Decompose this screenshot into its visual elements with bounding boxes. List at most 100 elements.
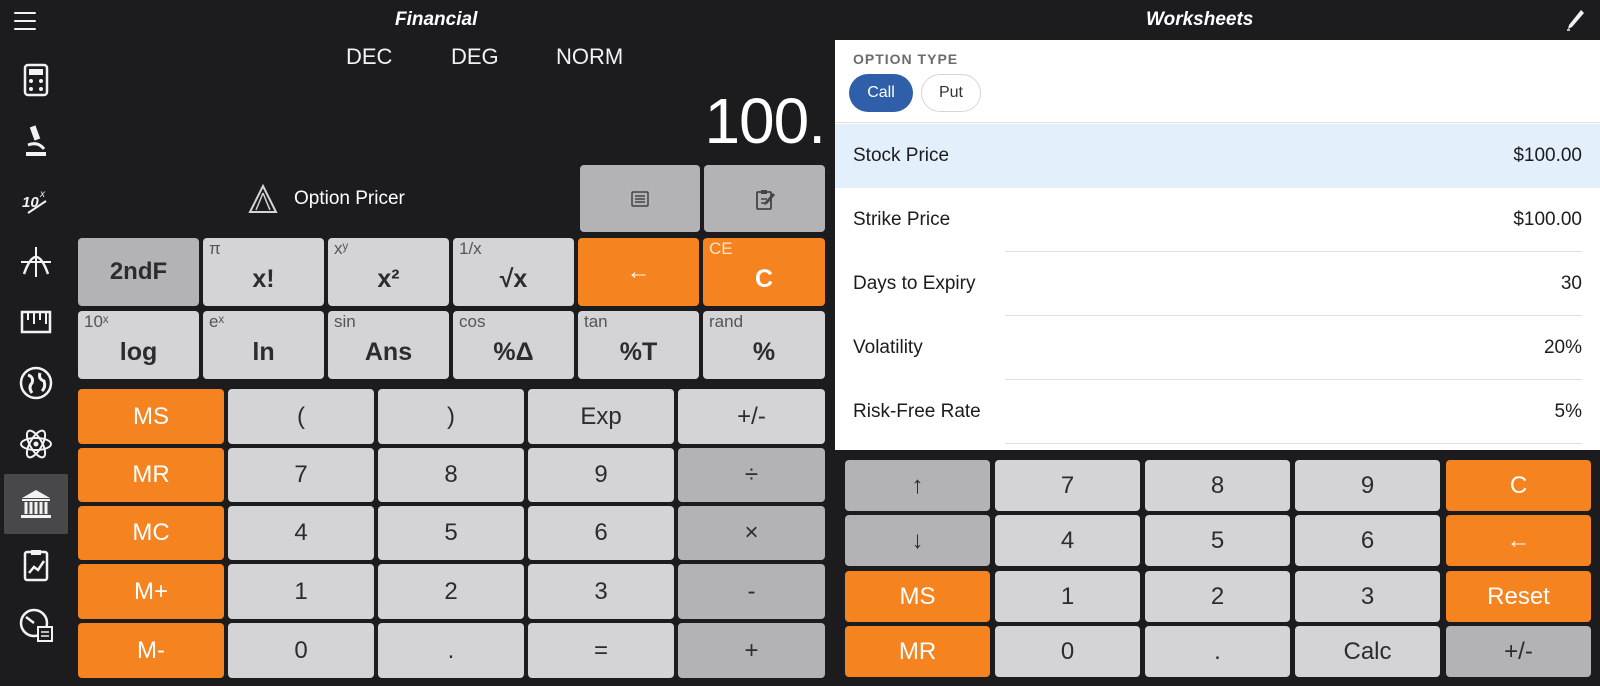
key-secondary-label: tan xyxy=(584,312,608,331)
bank-icon[interactable] xyxy=(4,474,68,534)
ws-key-backspace[interactable]: ← xyxy=(1446,515,1591,566)
key-6[interactable]: 6 xyxy=(528,506,674,560)
key-exp[interactable]: Exp xyxy=(528,389,674,444)
key-sqrt[interactable]: 1/x √x xyxy=(453,238,574,306)
calculator-icon[interactable] xyxy=(4,50,68,110)
key-decimal[interactable]: . xyxy=(378,623,524,678)
key-clear[interactable]: CE C xyxy=(703,238,825,306)
ws-key-4[interactable]: 4 xyxy=(995,515,1140,566)
key-label: 2 xyxy=(1210,582,1225,610)
ws-key-1[interactable]: 1 xyxy=(995,571,1140,622)
key-1[interactable]: 1 xyxy=(228,564,374,619)
worksheet-row-risk-free-rate[interactable]: Risk-Free Rate 5% xyxy=(835,380,1600,444)
key-2[interactable]: 2 xyxy=(378,564,524,619)
key-8[interactable]: 8 xyxy=(378,448,524,502)
ws-key-plus-minus[interactable]: +/- xyxy=(1446,626,1591,677)
key-label: 8 xyxy=(444,461,458,488)
edit-clipboard-button[interactable] xyxy=(704,165,825,232)
key-mc[interactable]: MC xyxy=(78,506,224,560)
key-equals[interactable]: = xyxy=(528,623,674,678)
key-m-minus[interactable]: M- xyxy=(78,623,224,678)
hamburger-menu-icon[interactable] xyxy=(14,12,36,30)
atom-icon[interactable] xyxy=(4,414,68,474)
key-open-paren[interactable]: ( xyxy=(228,389,374,444)
key-secondary-label: cos xyxy=(459,312,486,331)
row-label: Stock Price xyxy=(853,145,950,166)
key-ln[interactable]: eˣ ln xyxy=(203,311,324,379)
ws-key-8[interactable]: 8 xyxy=(1145,460,1290,511)
key-label: 4 xyxy=(1060,526,1075,554)
key-label: 5 xyxy=(444,519,458,546)
put-button[interactable]: Put xyxy=(921,74,981,112)
tape-list-button[interactable] xyxy=(580,165,700,232)
globe-icon[interactable] xyxy=(4,353,68,413)
option-type-label: OPTION TYPE xyxy=(853,51,959,67)
key-log[interactable]: 10ˣ log xyxy=(78,311,199,379)
key-label: ← xyxy=(1506,526,1531,554)
ws-key-6[interactable]: 6 xyxy=(1295,515,1440,566)
reset-button[interactable]: Reset xyxy=(1446,571,1591,622)
key-m-plus[interactable]: M+ xyxy=(78,564,224,619)
key-multiply[interactable]: × xyxy=(678,506,825,560)
worksheet-title: Worksheets xyxy=(1146,9,1254,30)
worksheet-row-volatility[interactable]: Volatility 20% xyxy=(835,316,1600,380)
key-backspace[interactable]: ← xyxy=(578,238,699,306)
key-5[interactable]: 5 xyxy=(378,506,524,560)
row-value: $100.00 xyxy=(1513,145,1582,166)
pen-icon[interactable] xyxy=(1564,8,1586,32)
key-9[interactable]: 9 xyxy=(528,448,674,502)
key-percent-change[interactable]: cos %Δ xyxy=(453,311,574,379)
key-down-arrow[interactable]: ↓ xyxy=(845,515,990,566)
key-plus[interactable]: + xyxy=(678,623,825,678)
key-ans[interactable]: sin Ans xyxy=(328,311,449,379)
ws-key-mr[interactable]: MR xyxy=(845,626,990,677)
key-0[interactable]: 0 xyxy=(228,623,374,678)
row-value: 5% xyxy=(1554,401,1582,422)
exponent-10x-icon[interactable]: 10 x xyxy=(4,171,68,231)
key-percent-total[interactable]: tan %T xyxy=(578,311,699,379)
key-label: Exp xyxy=(580,402,622,430)
key-up-arrow[interactable]: ↑ xyxy=(845,460,990,511)
key-label: %T xyxy=(619,337,658,366)
key-label: 6 xyxy=(1360,526,1375,554)
option-pricer-button[interactable]: Option Pricer xyxy=(248,183,405,215)
report-chart-icon[interactable] xyxy=(4,535,68,595)
ws-key-2[interactable]: 2 xyxy=(1145,571,1290,622)
key-4[interactable]: 4 xyxy=(228,506,374,560)
key-label: 3 xyxy=(1360,582,1375,610)
worksheet-row-strike-price[interactable]: Strike Price $100.00 xyxy=(835,188,1600,252)
ws-key-3[interactable]: 3 xyxy=(1295,571,1440,622)
ws-key-5[interactable]: 5 xyxy=(1145,515,1290,566)
key-2ndf[interactable]: 2ndF xyxy=(78,238,199,306)
key-7[interactable]: 7 xyxy=(228,448,374,502)
key-3[interactable]: 3 xyxy=(528,564,674,619)
key-factorial[interactable]: π x! xyxy=(203,238,324,306)
key-plus-minus[interactable]: +/- xyxy=(678,389,825,444)
key-percent[interactable]: rand% xyxy=(703,311,825,379)
key-mr[interactable]: MR xyxy=(78,448,224,502)
key-label: +/- xyxy=(737,402,766,430)
worksheet-row-days-to-expiry[interactable]: Days to Expiry 30 xyxy=(835,252,1600,316)
ws-key-0[interactable]: 0 xyxy=(995,626,1140,677)
key-label: ln xyxy=(252,337,275,366)
mode-dec: DEC xyxy=(346,44,393,69)
key-divide[interactable]: ÷ xyxy=(678,448,825,502)
calc-button[interactable]: Calc xyxy=(1295,626,1440,677)
key-square[interactable]: xʸ x² xyxy=(328,238,449,306)
clock-calculator-icon[interactable] xyxy=(4,595,68,655)
worksheet-row-stock-price[interactable]: Stock Price $100.00 xyxy=(835,124,1600,188)
row-value: 20% xyxy=(1543,337,1582,358)
ws-key-7[interactable]: 7 xyxy=(995,460,1140,511)
ws-key-clear[interactable]: C xyxy=(1446,460,1591,511)
ws-key-decimal[interactable]: . xyxy=(1145,626,1290,677)
ws-key-ms[interactable]: MS xyxy=(845,571,990,622)
key-minus[interactable]: - xyxy=(678,564,825,619)
key-ms[interactable]: MS xyxy=(78,389,224,444)
call-button[interactable]: Call xyxy=(849,74,913,112)
key-label: M- xyxy=(137,636,165,664)
ws-key-9[interactable]: 9 xyxy=(1295,460,1440,511)
key-close-paren[interactable]: ) xyxy=(378,389,524,444)
ruler-icon[interactable] xyxy=(4,292,68,352)
graph-icon[interactable] xyxy=(4,232,68,292)
microscope-icon[interactable] xyxy=(4,111,68,171)
